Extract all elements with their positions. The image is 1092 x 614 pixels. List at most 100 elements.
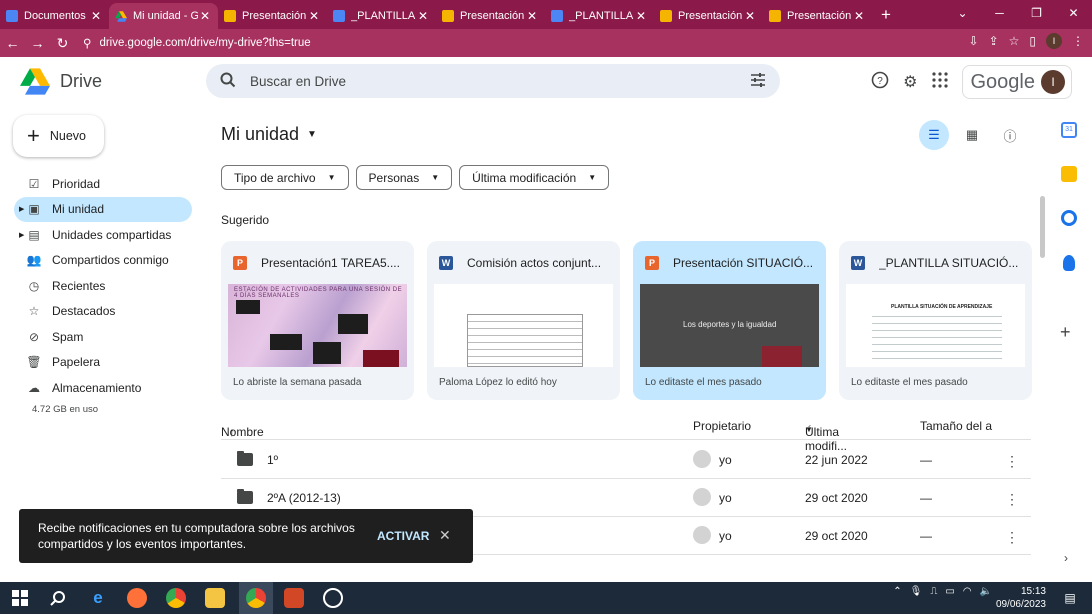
suggested-card[interactable]: P Presentación1 TAREA5.... ESTACIÓN DE AC… bbox=[221, 241, 414, 400]
microphone-icon[interactable]: 🎙 bbox=[910, 586, 923, 597]
browser-tab[interactable]: Presentación ✕ bbox=[654, 3, 763, 29]
column-owner[interactable]: Propietario bbox=[693, 419, 751, 433]
suggested-card[interactable]: W Comisión actos conjunt... Paloma López … bbox=[427, 241, 620, 400]
pdf-app-icon[interactable] bbox=[284, 588, 304, 608]
sidebar-item-spam[interactable]: ⊘ Spam bbox=[14, 324, 192, 350]
browser-tab[interactable]: Presentación ✕ bbox=[436, 3, 545, 29]
page-title-dropdown[interactable]: Mi unidad ▼ bbox=[221, 124, 317, 145]
sidebar-item-storage[interactable]: ☁ Almacenamiento bbox=[14, 375, 192, 401]
browser-tab[interactable]: Presentación ✕ bbox=[763, 3, 872, 29]
grid-view-icon[interactable]: ▦ bbox=[957, 120, 987, 150]
new-button[interactable]: + Nuevo bbox=[13, 115, 104, 157]
calendar-icon[interactable]: 31 bbox=[1061, 122, 1077, 138]
settings-gear-icon[interactable]: ⚙ bbox=[903, 72, 917, 92]
browser-menu-icon[interactable]: ⋮ bbox=[1072, 34, 1084, 48]
account-avatar[interactable]: I bbox=[1041, 70, 1065, 94]
close-icon[interactable]: ✕ bbox=[525, 9, 539, 23]
suggested-card[interactable]: P Presentación SITUACIÓ... Los deportes y… bbox=[633, 241, 826, 400]
sidebar-item-recent[interactable]: ◷ Recientes bbox=[14, 273, 192, 299]
firefox-icon[interactable] bbox=[127, 588, 147, 608]
install-icon[interactable]: ⇩ bbox=[969, 34, 979, 48]
close-icon[interactable]: ✕ bbox=[198, 9, 212, 23]
sort-arrow-up-icon[interactable]: ↑ bbox=[229, 425, 235, 439]
owner-avatar bbox=[693, 450, 711, 468]
minimize-button[interactable]: ─ bbox=[981, 0, 1018, 29]
system-clock[interactable]: 15:13 09/06/2023 bbox=[996, 585, 1046, 611]
filter-type-chip[interactable]: Tipo de archivo ▼ bbox=[221, 165, 349, 190]
expand-panel-icon[interactable]: › bbox=[1064, 551, 1068, 565]
help-icon[interactable]: ? bbox=[871, 71, 889, 94]
tasks-icon[interactable] bbox=[1061, 210, 1077, 226]
maximize-button[interactable]: ❐ bbox=[1018, 0, 1055, 29]
network-icon[interactable]: ⎍ bbox=[930, 586, 937, 597]
close-icon[interactable]: ✕ bbox=[89, 9, 103, 23]
edge-icon[interactable]: e bbox=[88, 588, 108, 608]
search-input[interactable]: Buscar en Drive bbox=[206, 64, 780, 98]
info-icon[interactable]: ⓘ bbox=[995, 120, 1025, 150]
filter-people-chip[interactable]: Personas ▼ bbox=[355, 165, 453, 190]
sidebar-item-trash[interactable]: 🗑 Papelera bbox=[14, 350, 192, 376]
share-icon[interactable]: ⇪ bbox=[989, 34, 999, 48]
windows-start-icon[interactable] bbox=[10, 588, 30, 608]
close-icon[interactable]: ✕ bbox=[634, 9, 648, 23]
notification-snackbar: Recibe notificaciones en tu computadora … bbox=[19, 509, 473, 563]
expand-caret-icon[interactable]: ▶ bbox=[19, 205, 24, 213]
browser-tab[interactable]: Presentación ✕ bbox=[218, 3, 327, 29]
sidebar-item-shared-drives[interactable]: ▶ ▤ Unidades compartidas bbox=[14, 222, 192, 248]
sidebar-item-my-drive[interactable]: ▶ ▣ Mi unidad bbox=[14, 196, 192, 222]
site-info-icon[interactable]: ⚲ bbox=[83, 36, 91, 50]
wifi-icon[interactable]: ◠ bbox=[963, 586, 972, 597]
cloud-icon: ☁ bbox=[28, 380, 40, 395]
profile-avatar[interactable]: I bbox=[1046, 33, 1062, 49]
close-icon[interactable]: ✕ bbox=[416, 9, 430, 23]
browser-tab[interactable]: Documentos ✕ bbox=[0, 3, 109, 29]
notifications-icon[interactable]: ▤ bbox=[1060, 588, 1080, 608]
file-explorer-icon[interactable] bbox=[205, 588, 225, 608]
drive-logo[interactable]: Drive bbox=[20, 68, 102, 95]
url-field[interactable]: ⚲ drive.google.com/drive/my-drive?ths=tr… bbox=[83, 36, 311, 50]
tab-search-icon[interactable]: ⌄ bbox=[944, 0, 981, 29]
close-icon[interactable]: ✕ bbox=[743, 9, 757, 23]
more-actions-icon[interactable]: ⋮ bbox=[1005, 529, 1019, 546]
browser-tab-active[interactable]: Mi unidad - G ✕ bbox=[109, 3, 218, 29]
battery-icon[interactable]: ▭ bbox=[945, 586, 954, 597]
suggested-card[interactable]: W _PLANTILLA SITUACIÓ... PLANTILLA SITUAC… bbox=[839, 241, 1032, 400]
search-icon[interactable] bbox=[220, 72, 236, 91]
filter-modified-chip[interactable]: Última modificación ▼ bbox=[459, 165, 610, 190]
close-window-button[interactable]: ✕ bbox=[1055, 0, 1092, 29]
browser-tab[interactable]: _PLANTILLA S✕ bbox=[545, 3, 654, 29]
expand-caret-icon[interactable]: ▶ bbox=[19, 231, 24, 239]
bookmark-star-icon[interactable]: ☆ bbox=[1009, 34, 1020, 48]
sidebar-item-priority[interactable]: ☑ Prioridad bbox=[14, 171, 192, 197]
browser-tab[interactable]: _PLANTILLA S✕ bbox=[327, 3, 436, 29]
volume-icon[interactable]: 🔈 bbox=[980, 586, 992, 597]
chrome-active-icon[interactable] bbox=[246, 588, 266, 608]
add-addon-icon[interactable]: + bbox=[1060, 322, 1071, 343]
close-icon[interactable]: ✕ bbox=[439, 527, 451, 544]
chrome-icon[interactable] bbox=[166, 588, 186, 608]
keep-icon[interactable] bbox=[1061, 166, 1077, 182]
chevron-up-icon[interactable]: ⌃ bbox=[893, 586, 901, 597]
sidebar-item-shared-with-me[interactable]: 👥 Compartidos conmigo bbox=[14, 248, 192, 274]
close-icon[interactable]: ✕ bbox=[852, 9, 866, 23]
google-account-chip[interactable]: Google I bbox=[961, 65, 1072, 99]
column-size[interactable]: Tamaño del a bbox=[920, 419, 992, 433]
reload-icon[interactable]: ↻ bbox=[50, 35, 75, 52]
more-actions-icon[interactable]: ⋮ bbox=[1005, 491, 1019, 508]
forward-icon[interactable]: → bbox=[25, 35, 50, 51]
table-row[interactable]: 1º yo 22 jun 2022 — ⋮ bbox=[221, 441, 1031, 479]
more-actions-icon[interactable]: ⋮ bbox=[1005, 453, 1019, 470]
sidepanel-icon[interactable]: ▯ bbox=[1029, 34, 1036, 48]
back-icon[interactable]: ← bbox=[0, 35, 25, 51]
contacts-icon[interactable] bbox=[1063, 255, 1075, 271]
search-icon[interactable] bbox=[48, 588, 68, 608]
close-icon[interactable]: ✕ bbox=[307, 9, 321, 23]
activate-button[interactable]: ACTIVAR bbox=[377, 529, 429, 543]
apps-grid-icon[interactable] bbox=[931, 71, 948, 93]
list-view-icon[interactable]: ☰ bbox=[919, 120, 949, 150]
sidebar-item-starred[interactable]: ☆ Destacados bbox=[14, 299, 192, 325]
my-drive-icon: ▣ bbox=[28, 202, 40, 217]
search-options-icon[interactable] bbox=[750, 72, 766, 90]
obs-icon[interactable] bbox=[323, 588, 343, 608]
new-tab-button[interactable]: + bbox=[872, 3, 900, 29]
